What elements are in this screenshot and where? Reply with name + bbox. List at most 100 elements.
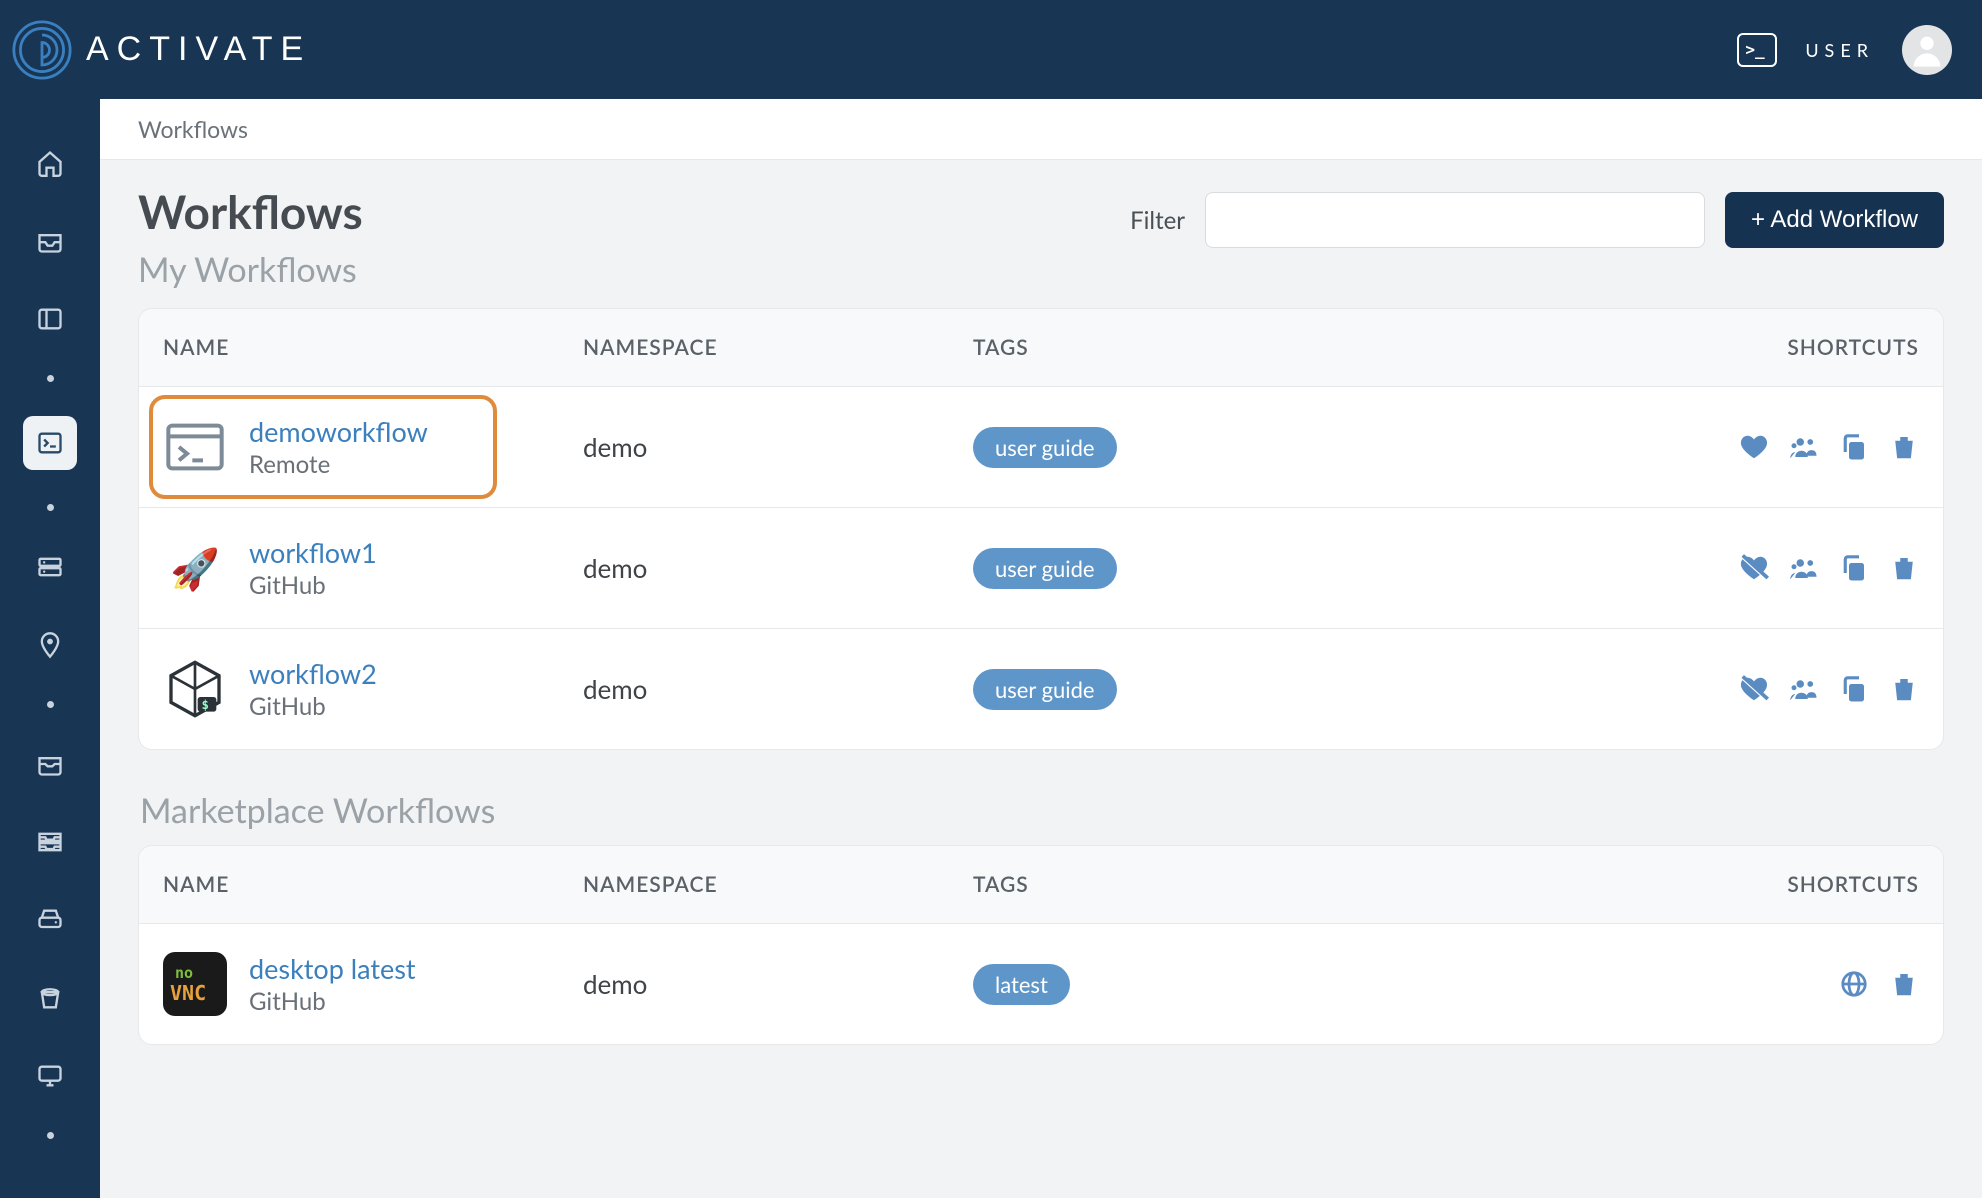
sidebar-item-inbox[interactable] <box>28 219 72 263</box>
column-header-name: NAME <box>163 335 583 360</box>
workflow-namespace: demo <box>583 431 973 463</box>
inbox-icon <box>36 227 64 255</box>
tray-icon <box>36 750 64 778</box>
sidebar-separator-icon <box>47 701 54 708</box>
workflow-icon: 🚀 <box>163 536 227 600</box>
column-header-shortcuts: SHORTCUTS <box>1699 872 1919 897</box>
user-avatar[interactable] <box>1902 25 1952 75</box>
copy-icon[interactable] <box>1839 674 1869 704</box>
workflow-namespace: demo <box>583 968 973 1000</box>
share-icon[interactable] <box>1789 674 1819 704</box>
table-row[interactable]: demoworkflow Remote demo user guide <box>139 387 1943 508</box>
home-icon <box>36 149 64 177</box>
workflow-source: GitHub <box>249 987 416 1016</box>
cube-terminal-icon: $ <box>163 657 227 721</box>
workflow-icon: no VNC <box>163 952 227 1016</box>
panel-icon <box>36 305 64 333</box>
add-workflow-button[interactable]: + Add Workflow <box>1725 192 1944 248</box>
copy-icon[interactable] <box>1839 553 1869 583</box>
sidebar-item-location[interactable] <box>28 623 72 667</box>
sidebar-item-storage[interactable] <box>28 545 72 589</box>
share-icon[interactable] <box>1789 432 1819 462</box>
novnc-icon: no VNC <box>163 952 227 1016</box>
user-label[interactable]: USER <box>1805 39 1874 61</box>
drive-icon <box>36 906 64 934</box>
brand: ACTIVATE <box>12 20 311 80</box>
sidebar <box>0 99 100 1198</box>
bucket-icon <box>36 984 64 1012</box>
my-workflows-table: NAME NAMESPACE TAGS SHORTCUTS <box>138 308 1944 750</box>
sidebar-item-panel[interactable] <box>28 297 72 341</box>
rocket-icon: 🚀 <box>170 544 220 593</box>
sidebar-item-home[interactable] <box>28 141 72 185</box>
workflow-name-link[interactable]: demoworkflow <box>249 415 428 448</box>
brand-name: ACTIVATE <box>86 30 311 69</box>
table-row[interactable]: 🚀 workflow1 GitHub demo user guide <box>139 508 1943 629</box>
brand-logo-icon <box>12 20 72 80</box>
topnav-right: >_ USER <box>1737 25 1952 75</box>
workflow-source: Remote <box>249 450 428 479</box>
location-icon <box>36 631 64 659</box>
terminal-window-icon <box>163 415 227 479</box>
marketplace-section-title: Marketplace Workflows <box>140 790 1944 831</box>
workflow-icon <box>163 415 227 479</box>
tray-stacked-icon <box>36 828 64 856</box>
sidebar-item-bucket[interactable] <box>28 976 72 1020</box>
svg-text:VNC: VNC <box>170 981 206 1005</box>
workflow-name-link[interactable]: desktop latest <box>249 952 416 985</box>
share-icon[interactable] <box>1789 553 1819 583</box>
globe-icon[interactable] <box>1839 969 1869 999</box>
workflow-name-link[interactable]: workflow1 <box>249 536 377 569</box>
column-header-namespace: NAMESPACE <box>583 335 973 360</box>
sidebar-separator-icon <box>47 504 54 511</box>
unfavorite-icon[interactable] <box>1739 553 1769 583</box>
delete-icon[interactable] <box>1889 553 1919 583</box>
terminal-icon <box>36 429 64 457</box>
column-header-tags: TAGS <box>973 335 1699 360</box>
workflow-source: GitHub <box>249 571 377 600</box>
workflow-namespace: demo <box>583 552 973 584</box>
column-header-tags: TAGS <box>973 872 1699 897</box>
favorite-icon[interactable] <box>1739 432 1769 462</box>
sidebar-item-workflows[interactable] <box>23 416 77 470</box>
monitor-icon <box>36 1062 64 1090</box>
sidebar-separator-icon <box>47 1132 54 1139</box>
open-terminal-button[interactable]: >_ <box>1737 33 1777 67</box>
filter-input[interactable] <box>1205 192 1705 248</box>
storage-icon <box>36 553 64 581</box>
sidebar-item-tray-1[interactable] <box>28 742 72 786</box>
table-row[interactable]: $ workflow2 GitHub demo user guide <box>139 629 1943 749</box>
table-header: NAME NAMESPACE TAGS SHORTCUTS <box>139 846 1943 924</box>
marketplace-workflows-table: NAME NAMESPACE TAGS SHORTCUTS no VNC des… <box>138 845 1944 1045</box>
terminal-prompt-icon: >_ <box>1745 40 1764 59</box>
breadcrumb-item[interactable]: Workflows <box>138 115 248 143</box>
delete-icon[interactable] <box>1889 969 1919 999</box>
workflow-tag[interactable]: user guide <box>973 548 1117 589</box>
unfavorite-icon[interactable] <box>1739 674 1769 704</box>
delete-icon[interactable] <box>1889 432 1919 462</box>
workflow-namespace: demo <box>583 673 973 705</box>
page-title: Workflows <box>138 184 363 239</box>
workflow-name-link[interactable]: workflow2 <box>249 657 377 690</box>
avatar-icon <box>1907 30 1947 70</box>
delete-icon[interactable] <box>1889 674 1919 704</box>
filter-label: Filter <box>1130 206 1185 235</box>
workflow-tag[interactable]: user guide <box>973 427 1117 468</box>
workflow-icon: $ <box>163 657 227 721</box>
page-header: Workflows My Workflows Filter + Add Work… <box>138 184 1944 290</box>
copy-icon[interactable] <box>1839 432 1869 462</box>
sidebar-item-drive[interactable] <box>28 898 72 942</box>
workflow-source: GitHub <box>249 692 377 721</box>
page-subtitle: My Workflows <box>138 249 363 290</box>
workflow-tag[interactable]: latest <box>973 964 1070 1005</box>
column-header-shortcuts: SHORTCUTS <box>1699 335 1919 360</box>
table-row[interactable]: no VNC desktop latest GitHub demo latest <box>139 924 1943 1044</box>
sidebar-item-monitor[interactable] <box>28 1054 72 1098</box>
svg-text:no: no <box>175 964 193 982</box>
column-header-namespace: NAMESPACE <box>583 872 973 897</box>
sidebar-item-tray-2[interactable] <box>28 820 72 864</box>
svg-text:$: $ <box>202 698 209 712</box>
workflow-tag[interactable]: user guide <box>973 669 1117 710</box>
sidebar-separator-icon <box>47 375 54 382</box>
top-nav: ACTIVATE >_ USER <box>0 0 1982 99</box>
